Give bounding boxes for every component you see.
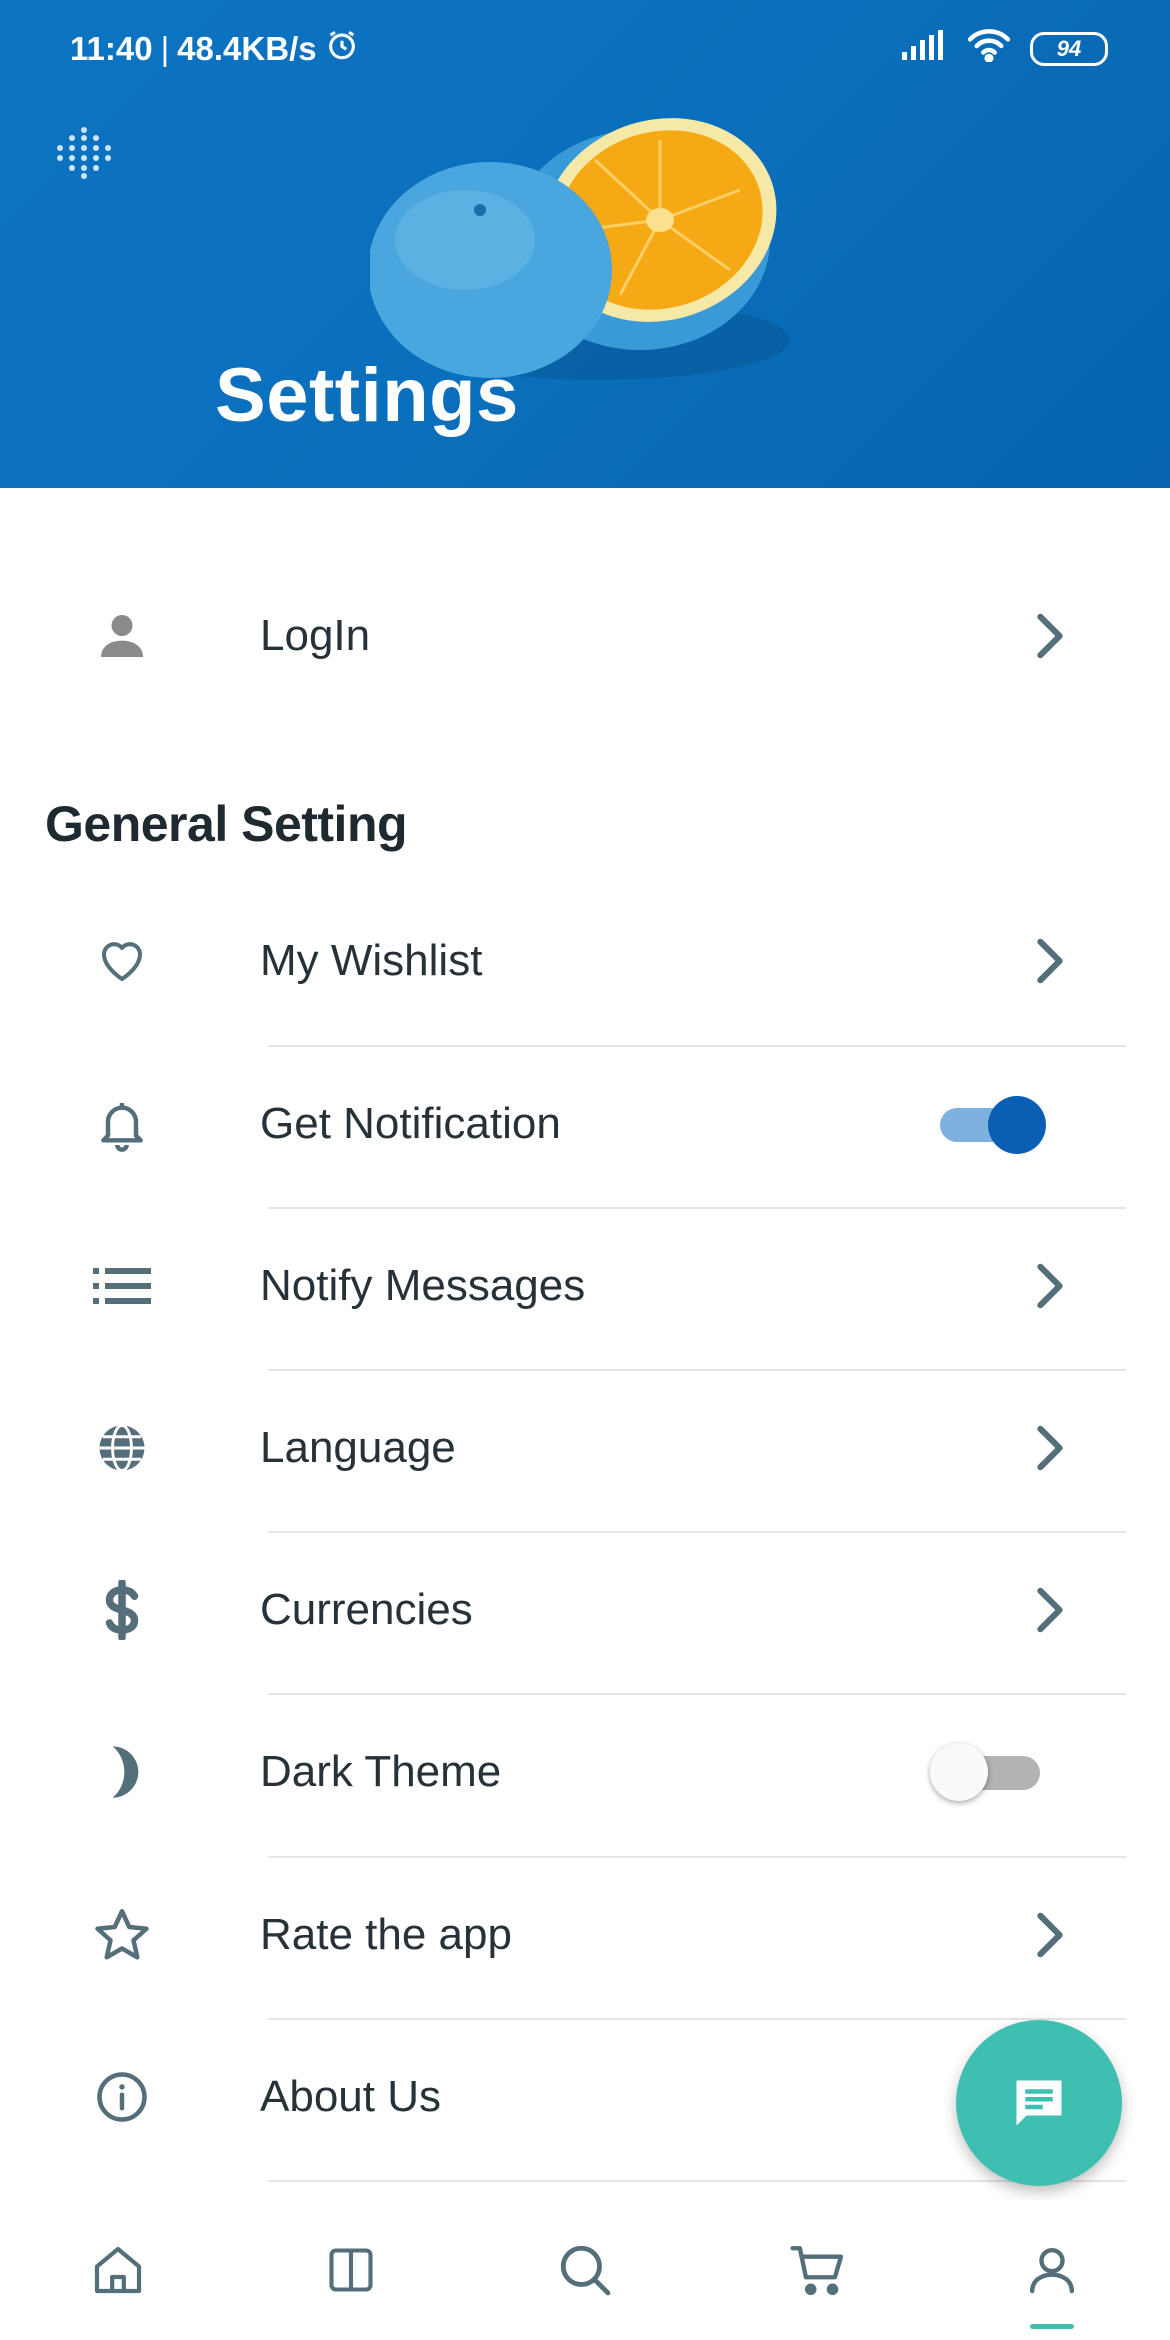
settings-row-label: Dark Theme xyxy=(260,1747,502,1796)
chevron-right-icon xyxy=(1037,1263,1063,1309)
login-label: LogIn xyxy=(260,611,371,660)
toggle-knob xyxy=(930,1743,988,1801)
alarm-icon xyxy=(325,28,359,70)
chat-fab-button[interactable] xyxy=(956,2020,1122,2186)
settings-row-currencies[interactable]: Currencies xyxy=(0,1529,1170,1691)
settings-row-label: Currencies xyxy=(260,1585,473,1634)
login-row[interactable]: LogIn xyxy=(0,555,1170,717)
moon-icon xyxy=(90,1740,154,1804)
bell-icon xyxy=(90,1092,154,1156)
battery-indicator: 94 xyxy=(1030,32,1108,66)
person-icon xyxy=(90,604,154,668)
settings-row-language[interactable]: Language xyxy=(0,1367,1170,1529)
nav-home[interactable] xyxy=(78,2230,158,2310)
settings-row-label: Get Notification xyxy=(260,1099,561,1148)
notification-toggle[interactable] xyxy=(940,1094,1050,1154)
section-title: General Setting xyxy=(45,796,408,852)
chevron-right-icon xyxy=(1037,613,1063,659)
settings-row-notify-messages[interactable]: Notify Messages xyxy=(0,1205,1170,1367)
info-icon xyxy=(90,2065,154,2129)
nav-categories[interactable] xyxy=(311,2230,391,2310)
toggle-knob xyxy=(988,1096,1046,1154)
nav-search[interactable] xyxy=(545,2230,625,2310)
status-left: 11:40 | 48.4KB/s xyxy=(70,28,359,70)
chat-icon xyxy=(1016,2080,1062,2126)
globe-icon xyxy=(90,1416,154,1480)
settings-row-notification[interactable]: Get Notification xyxy=(0,1043,1170,1205)
settings-row-rate-app[interactable]: Rate the app xyxy=(0,1854,1170,2016)
list-icon xyxy=(90,1254,154,1318)
signal-icon xyxy=(902,30,948,68)
header-banner: 11:40 | 48.4KB/s 94 Settings xyxy=(0,0,1170,488)
status-bar: 11:40 | 48.4KB/s 94 xyxy=(0,0,1170,96)
settings-row-label: My Wishlist xyxy=(260,936,483,985)
dollar-icon xyxy=(90,1578,154,1642)
nav-cart[interactable] xyxy=(778,2230,858,2310)
chevron-right-icon xyxy=(1037,938,1063,984)
nav-active-indicator xyxy=(1030,2324,1074,2329)
settings-row-label: Notify Messages xyxy=(260,1261,586,1310)
settings-row-label: Rate the app xyxy=(260,1910,512,1959)
cart-icon xyxy=(790,2246,844,2296)
chevron-right-icon xyxy=(1037,1425,1063,1471)
settings-row-label: Language xyxy=(260,1423,456,1472)
divider xyxy=(268,2180,1126,2182)
chevron-right-icon xyxy=(1037,1587,1063,1633)
settings-row-label: About Us xyxy=(260,2072,441,2121)
page-title: Settings xyxy=(215,353,519,438)
status-separator: | xyxy=(160,30,170,67)
settings-row-wishlist[interactable]: My Wishlist xyxy=(0,880,1170,1042)
dark-theme-toggle[interactable] xyxy=(930,1741,1040,1803)
status-right: 94 xyxy=(902,28,1108,70)
settings-row-dark-theme[interactable]: Dark Theme xyxy=(0,1691,1170,1853)
wifi-icon xyxy=(966,28,1012,70)
heart-icon xyxy=(90,929,154,993)
profile-icon xyxy=(1029,2247,1075,2294)
dots-grid-icon[interactable] xyxy=(52,124,116,185)
chevron-right-icon xyxy=(1037,1912,1063,1958)
nav-profile[interactable] xyxy=(1012,2230,1092,2310)
bottom-nav xyxy=(0,2200,1170,2340)
columns-icon xyxy=(329,2248,373,2292)
home-icon xyxy=(94,2246,142,2294)
status-time: 11:40 xyxy=(70,30,153,67)
status-network-speed: 48.4KB/s xyxy=(177,30,317,67)
search-icon xyxy=(560,2245,611,2296)
star-icon xyxy=(90,1903,154,1967)
